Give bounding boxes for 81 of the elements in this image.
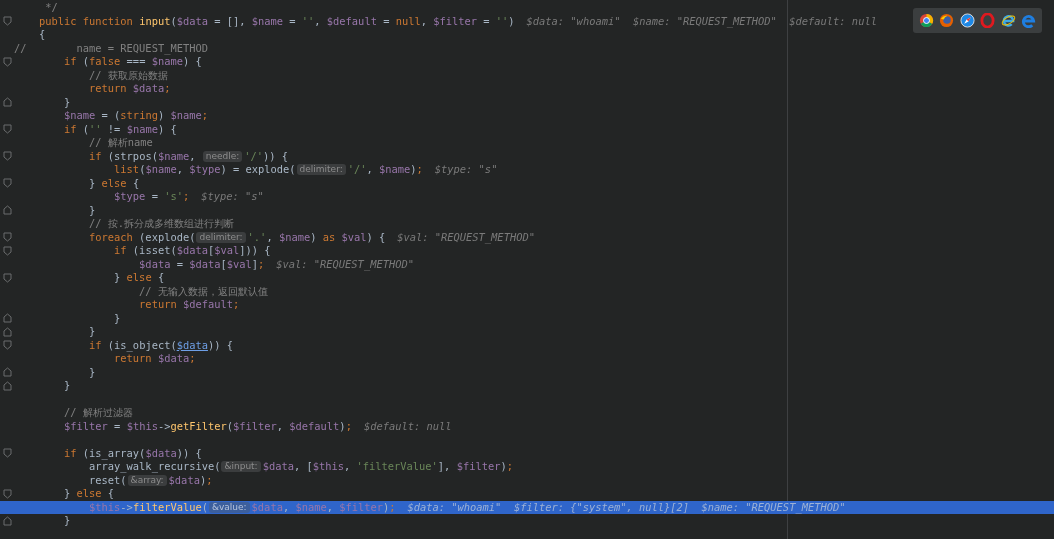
swirl-e-icon[interactable] (1021, 13, 1037, 28)
parameter-hint: needle: (202, 150, 243, 162)
code-link[interactable]: $data (176, 338, 208, 352)
code-text: foreach (explode( (88, 230, 196, 244)
parameter-hint: &value: (208, 501, 250, 513)
code-text: if ('' != $name) { (63, 122, 177, 136)
code-text: } (63, 514, 71, 528)
code-text: // 解析过滤器 (63, 406, 133, 420)
code-text: public function input($data = [], $name = '', $default = null, $filter = '') (38, 14, 515, 28)
code-text: } (113, 311, 121, 325)
code-text: } else { (113, 271, 165, 285)
code-text: reset( (88, 473, 127, 487)
fold-icon[interactable] (2, 97, 12, 108)
fold-icon[interactable] (2, 313, 12, 324)
code-text: } (88, 325, 96, 339)
code-text: */ (44, 1, 58, 15)
code-text: if (strpos($name, (88, 149, 197, 163)
code-text: $this->filterValue( (88, 500, 208, 514)
code-text: )) { (207, 338, 233, 352)
code-text: $name = (string) $name; (63, 109, 208, 123)
code-text: } else { (88, 176, 140, 190)
code-text: if (is_array($data)) { (63, 446, 202, 460)
parameter-hint: &input: (221, 461, 261, 473)
fold-icon[interactable] (2, 232, 12, 243)
tricolor-circle-icon[interactable] (918, 13, 934, 28)
code-text: '.', $name) as $val) { (247, 230, 386, 244)
code-text: $data, [$this, 'filterValue'], $filter); (262, 460, 513, 474)
code-text: // 无输入数据，返回默认值 (138, 284, 268, 298)
code-text: } (63, 379, 71, 393)
fold-icon[interactable] (2, 448, 12, 459)
code-text: $data); (168, 473, 213, 487)
debug-value: $type: "s" (434, 163, 498, 177)
fold-icon[interactable] (2, 16, 12, 27)
debug-value: $data: "whoami" $name: "REQUEST_METHOD" $default: null (526, 14, 877, 28)
fold-icon[interactable] (2, 326, 12, 337)
code-text: // 解析name (88, 136, 153, 150)
code-text: array_walk_recursive( (88, 460, 221, 474)
code-text: if (false === $name) { (63, 55, 202, 69)
code-text: } (88, 365, 96, 379)
debug-value: $default: null (363, 419, 452, 433)
code-text: if (is_object( (88, 338, 177, 352)
fold-icon[interactable] (2, 380, 12, 391)
fold-icon[interactable] (2, 245, 12, 256)
code-text: return $data; (113, 352, 196, 366)
fold-icon[interactable] (2, 515, 12, 526)
code-text: // 获取原始数据 (88, 68, 168, 82)
code-text: '/', $name); (347, 163, 423, 177)
compass-icon[interactable] (959, 13, 975, 28)
fold-icon[interactable] (2, 56, 12, 67)
code-text: // 按.拆分成多维数组进行判断 (88, 217, 235, 231)
code-text: } (88, 203, 96, 217)
code-text: { (38, 28, 46, 42)
debug-value: $data: "whoami" $filter: {"system", null}[2] $name: "REQUEST_METHOD" (407, 500, 846, 514)
fold-icon[interactable] (2, 178, 12, 189)
code-text: $data, $name, $filter); (251, 500, 396, 514)
fold-icon[interactable] (2, 151, 12, 162)
flame-globe-icon[interactable] (939, 13, 955, 28)
parameter-hint: delimiter: (296, 164, 346, 176)
code-text: } else { (63, 487, 115, 501)
fold-icon[interactable] (2, 272, 12, 283)
fold-icon[interactable] (2, 488, 12, 499)
code-text: // name = REQUEST_METHOD (14, 41, 208, 55)
fold-icon[interactable] (2, 367, 12, 378)
code-text: list($name, $type) = explode( (113, 163, 296, 177)
code-text: $type = 's'; (113, 190, 190, 204)
code-text: '/')) { (244, 149, 289, 163)
ringed-e-icon[interactable] (1000, 13, 1016, 28)
fold-icon[interactable] (2, 205, 12, 216)
code-text: return $default; (138, 298, 240, 312)
debug-value: $type: "s" (201, 190, 264, 204)
code-text: return $data; (88, 82, 171, 96)
code-text: $data = $data[$val]; (138, 257, 265, 271)
fold-icon[interactable] (2, 340, 12, 351)
code-text: if (isset($data[$val])) { (113, 244, 271, 258)
code-text: $filter = $this->getFilter($filter, $default); (63, 419, 352, 433)
fold-icon[interactable] (2, 124, 12, 135)
debug-value: $val: "REQUEST_METHOD" (276, 257, 414, 271)
debug-value: $val: "REQUEST_METHOD" (397, 230, 535, 244)
parameter-hint: &array: (127, 474, 167, 486)
parameter-hint: delimiter: (196, 231, 246, 243)
code-text: } (63, 95, 71, 109)
